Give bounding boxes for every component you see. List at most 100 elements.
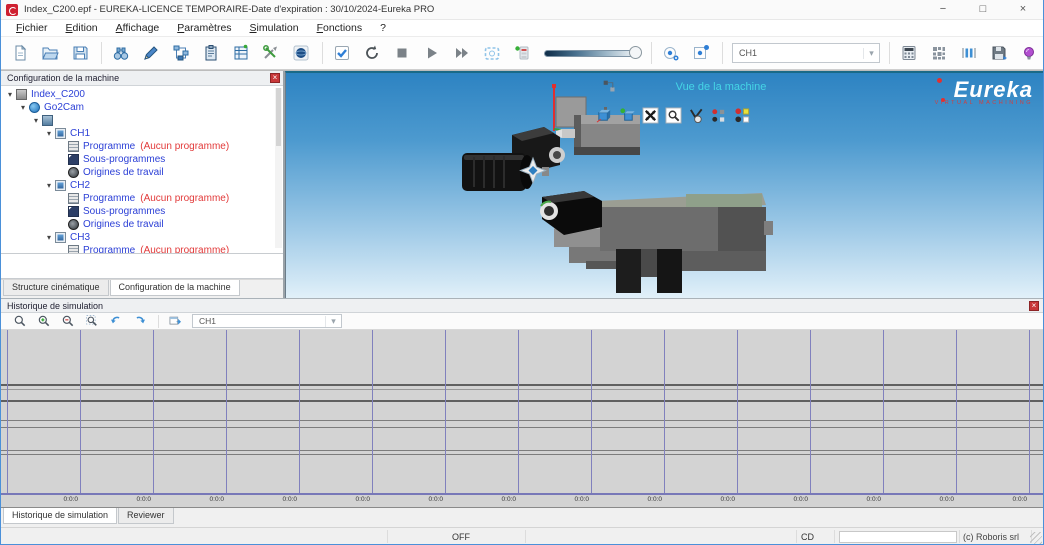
verify-checkbox-icon	[333, 44, 351, 62]
tree-item-programme[interactable]: Programme (Aucun programme)	[57, 244, 283, 254]
tree-item-origines-de-travail[interactable]: Origines de travail	[57, 166, 283, 179]
tree-item-ch3[interactable]: ▾ CH3	[44, 231, 283, 244]
reset-simulation-button[interactable]	[358, 40, 386, 66]
tree-scrollbar[interactable]	[275, 87, 282, 248]
play-simulation-button[interactable]	[418, 40, 446, 66]
menu-edition[interactable]: Edition	[57, 22, 107, 34]
fast-forward-icon	[453, 44, 471, 62]
target-point-button[interactable]	[657, 40, 685, 66]
history-close-button[interactable]: ×	[1029, 300, 1039, 311]
capture-frame-button[interactable]	[478, 40, 506, 66]
tree-item-programme[interactable]: Programme (Aucun programme)	[57, 192, 283, 205]
tree-item-programme[interactable]: Programme (Aucun programme)	[57, 140, 283, 153]
timeline-tick-label: 0:0:0	[136, 496, 151, 503]
caret-icon[interactable]: ▾	[44, 233, 54, 242]
tab-structure-cin-matique[interactable]: Structure cinématique	[3, 280, 109, 297]
tab-historique-de-simulation[interactable]: Historique de simulation	[3, 508, 118, 524]
zoom-out-button[interactable]	[57, 313, 79, 329]
tree-item-label: Programme	[83, 244, 136, 254]
simulation-timeline[interactable]: 0:0:0 0:0:0 0:0:0 0:0:0 0:0:0 0:0:0 0:0:0 0:0:0…	[1, 330, 1043, 508]
menu-paramtres[interactable]: Paramètres	[168, 22, 240, 34]
pan-right-button[interactable]	[129, 313, 151, 329]
caret-icon[interactable]: ▾	[31, 116, 41, 125]
view-sphere-button[interactable]	[287, 40, 315, 66]
tree-item-sous-programmes[interactable]: Sous-programmes	[57, 153, 283, 166]
machine-tree-icon	[172, 44, 190, 62]
channel-selector[interactable]: CH1 ▾	[732, 43, 880, 63]
export-view-button[interactable]	[164, 313, 186, 329]
zoom-in-button[interactable]	[33, 313, 55, 329]
verify-checkbox-button[interactable]	[328, 40, 356, 66]
stop-simulation-button[interactable]	[388, 40, 416, 66]
tab-configuration-de-la-machine[interactable]: Configuration de la machine	[109, 280, 240, 297]
timeline-gridline	[445, 330, 446, 493]
tree-item-sous-programmes[interactable]: Sous-programmes	[57, 205, 283, 218]
menu-fichier[interactable]: Fichier	[7, 22, 57, 34]
pan-left-button[interactable]	[105, 313, 127, 329]
resize-grip[interactable]	[1030, 532, 1042, 544]
scene-overlay-icon[interactable]	[602, 79, 617, 99]
maximize-button[interactable]: □	[963, 0, 1003, 19]
tree-item-origines-de-travail[interactable]: Origines de travail	[57, 218, 283, 231]
speed-slider[interactable]	[542, 42, 642, 64]
scene-node-red-button[interactable]	[711, 107, 728, 129]
app-window: Index_C200.epf - EUREKA-LICENCE TEMPORAI…	[0, 0, 1044, 545]
scene-cube-axes-button[interactable]	[596, 107, 613, 129]
close-button[interactable]: ×	[1003, 0, 1043, 19]
tree-item-index-c200[interactable]: ▾ Index_C200	[5, 88, 283, 101]
timeline-row-line	[1, 400, 1043, 402]
timeline-row-line	[1, 427, 1043, 428]
fast-forward-button[interactable]	[448, 40, 476, 66]
open-folder-button[interactable]	[36, 40, 64, 66]
caret-icon[interactable]: ▾	[44, 129, 54, 138]
pause-brackets-button[interactable]	[955, 40, 983, 66]
channel-selector[interactable]: CH1 ▾	[192, 314, 342, 328]
menu-fonctions[interactable]: Fonctions	[308, 22, 372, 34]
caret-icon[interactable]: ▾	[18, 103, 28, 112]
tools-button[interactable]	[257, 40, 285, 66]
edit-pencil-button[interactable]	[137, 40, 165, 66]
menu-affichage[interactable]: Affichage	[107, 22, 169, 34]
caret-icon[interactable]: ▾	[5, 90, 15, 99]
scene-magnifier-button[interactable]	[665, 107, 682, 129]
tree-item-ch1[interactable]: ▾ CH1	[44, 127, 283, 140]
scene-connector-icon	[602, 79, 617, 94]
tree-item-go2cam[interactable]: ▾ Go2Cam	[18, 101, 283, 114]
panel-close-button[interactable]: ×	[270, 72, 280, 83]
new-file-button[interactable]	[6, 40, 34, 66]
binoculars-icon	[112, 44, 130, 62]
minimize-button[interactable]: −	[923, 0, 963, 19]
binoculars-button[interactable]	[107, 40, 135, 66]
save-file-button[interactable]	[66, 40, 94, 66]
lamp-button[interactable]	[1015, 40, 1043, 66]
machine-tree-button[interactable]	[167, 40, 195, 66]
menu-?[interactable]: ?	[371, 22, 395, 34]
calculator-button[interactable]	[895, 40, 923, 66]
save-report-button[interactable]	[985, 40, 1013, 66]
slider-knob[interactable]	[629, 46, 642, 59]
scene-cross-button[interactable]	[642, 107, 659, 129]
caret-icon[interactable]: ▾	[44, 181, 54, 190]
machine-icon	[16, 88, 27, 100]
matrix-grid-button[interactable]	[925, 40, 953, 66]
simulation-history-panel: Historique de simulation × CH1 ▾ 0:0:0 0:0…	[1, 298, 1043, 527]
machine-3d-view[interactable]: Vue de la machine Eureka VIRTUAL MACHINI…	[285, 71, 1043, 298]
left-panel-tabs: Structure cinématique Configuration de la…	[1, 279, 283, 298]
toolbar-separator	[889, 42, 890, 64]
tree-item-machine-node[interactable]: ▾	[31, 114, 283, 127]
scene-node-colored-button[interactable]	[734, 107, 751, 129]
timeline-gridline	[226, 330, 227, 493]
menu-simulation[interactable]: Simulation	[241, 22, 308, 34]
tree-item-ch2[interactable]: ▾ CH2	[44, 179, 283, 192]
zoom-fit-button[interactable]	[81, 313, 103, 329]
target-zone-button[interactable]	[687, 40, 715, 66]
scene-probe-button[interactable]	[688, 107, 705, 129]
pan-right-icon	[133, 314, 147, 328]
timeline-gridline	[883, 330, 884, 493]
zoom-button[interactable]	[9, 313, 31, 329]
scene-cube-green-button[interactable]	[619, 107, 636, 129]
tab-reviewer[interactable]: Reviewer	[118, 508, 174, 524]
program-table-button[interactable]	[227, 40, 255, 66]
clipboard-button[interactable]	[197, 40, 225, 66]
traffic-light-button[interactable]	[508, 40, 536, 66]
